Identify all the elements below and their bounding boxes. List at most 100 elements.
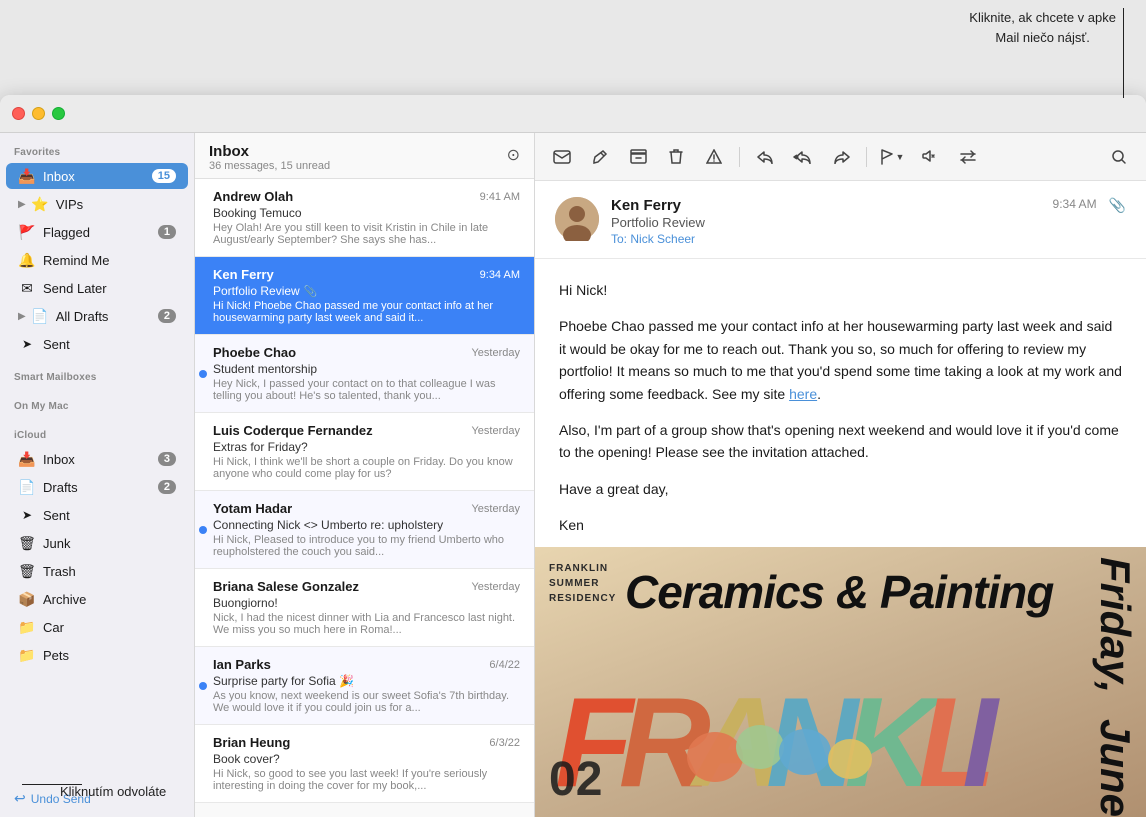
- sidebar-item-label: Sent: [43, 337, 176, 352]
- folder-icon: 📁: [18, 646, 36, 664]
- preview: Hey Nick, I passed your contact on to th…: [213, 378, 520, 402]
- sidebar-item-flagged[interactable]: 🚩 Flagged 1: [6, 219, 188, 245]
- reply-all-button[interactable]: [788, 143, 818, 171]
- timestamp: 9:41 AM: [480, 191, 520, 203]
- trash-icon: 🗑: [18, 562, 36, 580]
- more-button[interactable]: [953, 143, 983, 171]
- preview: Hey Olah! Are you still keen to visit Kr…: [213, 222, 520, 246]
- subject: Student mentorship: [213, 362, 520, 376]
- timestamp: Yesterday: [471, 581, 520, 593]
- subject: Book cover?: [213, 752, 520, 766]
- sidebar-item-icloud-car[interactable]: 📁 Car: [6, 614, 188, 640]
- sidebar-item-sent[interactable]: ➤ Sent: [6, 331, 188, 357]
- minimize-button[interactable]: [32, 107, 45, 120]
- traffic-lights: [12, 107, 65, 120]
- mail-item[interactable]: Luis Coderque Fernandez Yesterday Extras…: [195, 413, 534, 491]
- sidebar-item-icloud-drafts[interactable]: 📄 Drafts 2: [6, 474, 188, 500]
- body-signature: Ken: [559, 514, 1122, 536]
- mail-list-subtitle: 36 messages, 15 unread: [209, 160, 330, 172]
- chevron-icon: ▶: [18, 311, 26, 322]
- mail-list-header: Inbox 36 messages, 15 unread ⊙: [195, 133, 534, 179]
- new-message-button[interactable]: [547, 143, 577, 171]
- reply-button[interactable]: [750, 143, 780, 171]
- sidebar-item-label: Junk: [43, 536, 176, 551]
- delete-button[interactable]: [661, 143, 691, 171]
- sidebar-item-icloud-archive[interactable]: 📦 Archive: [6, 586, 188, 612]
- body-paragraph-2: Also, I'm part of a group show that's op…: [559, 419, 1122, 464]
- sender-name: Andrew Olah: [213, 189, 293, 204]
- sidebar-item-vips[interactable]: ▶ ⭐ VIPs: [6, 191, 188, 217]
- preview: Nick, I had the nicest dinner with Lia a…: [213, 612, 520, 636]
- search-button[interactable]: [1104, 143, 1134, 171]
- flag-button[interactable]: ▼: [877, 143, 907, 171]
- friday-text: Friday,: [1094, 557, 1136, 693]
- sidebar-item-icloud-sent[interactable]: ➤ Sent: [6, 502, 188, 528]
- filter-icon[interactable]: ⊙: [507, 145, 520, 165]
- sidebar-item-icloud-pets[interactable]: 📁 Pets: [6, 642, 188, 668]
- timestamp: Yesterday: [471, 347, 520, 359]
- annotation-top: Kliknite, ak chcete v apke Mail niečo ná…: [969, 8, 1116, 47]
- timestamp: Yesterday: [471, 425, 520, 437]
- drafts-badge: 2: [158, 309, 176, 323]
- mail-item[interactable]: Andrew Olah 9:41 AM Booking Temuco Hey O…: [195, 179, 534, 257]
- subject: Extras for Friday?: [213, 440, 520, 454]
- sidebar-item-label: Send Later: [43, 281, 176, 296]
- sidebar-item-icloud-trash[interactable]: 🗑 Trash: [6, 558, 188, 584]
- compose-button[interactable]: [585, 143, 615, 171]
- attachment-icon: 📎: [304, 285, 318, 298]
- sidebar-item-icloud-inbox[interactable]: 📥 Inbox 3: [6, 446, 188, 472]
- archive-button[interactable]: [623, 143, 653, 171]
- smart-mailboxes-label: Smart Mailboxes: [0, 358, 194, 387]
- art-attachment: FRANKLINSUMMERRESIDENCY Ceramics & Paint…: [535, 547, 1146, 817]
- body-closing: Have a great day,: [559, 478, 1122, 500]
- unread-dot: [199, 682, 207, 690]
- detail-header: Ken Ferry Portfolio Review To: Nick Sche…: [535, 181, 1146, 259]
- preview: As you know, next weekend is our sweet S…: [213, 690, 520, 714]
- sidebar-item-send-later[interactable]: ✉ Send Later: [6, 275, 188, 301]
- sender-name: Briana Salese Gonzalez: [213, 579, 359, 594]
- icloud-drafts-badge: 2: [158, 480, 176, 494]
- mail-item[interactable]: Yotam Hadar Yesterday Connecting Nick <>…: [195, 491, 534, 569]
- detail-toolbar: ▼: [535, 133, 1146, 181]
- unread-dot: [199, 526, 207, 534]
- sender-name: Ian Parks: [213, 657, 271, 672]
- sidebar-item-label: All Drafts: [56, 309, 158, 324]
- close-button[interactable]: [12, 107, 25, 120]
- preview: Hi Nick, I think we'll be short a couple…: [213, 456, 520, 480]
- send-later-icon: ✉: [18, 279, 36, 297]
- timestamp: 9:34 AM: [480, 269, 520, 281]
- sidebar-item-icloud-junk[interactable]: 🗑 Junk: [6, 530, 188, 556]
- vips-icon: ⭐: [31, 195, 49, 213]
- zoom-button[interactable]: [52, 107, 65, 120]
- ceramics-text: Ceramics & Painting: [625, 565, 1053, 619]
- titlebar: [0, 95, 1146, 133]
- toolbar-separator: [866, 147, 867, 167]
- mail-item[interactable]: Ian Parks 6/4/22 Surprise party for Sofi…: [195, 647, 534, 725]
- sidebar-item-inbox[interactable]: 📥 Inbox 15: [6, 163, 188, 189]
- undo-send-icon: ↩: [14, 790, 26, 807]
- franklin-text: FRANKLINSUMMERRESIDENCY: [549, 561, 616, 606]
- mute-button[interactable]: [915, 143, 945, 171]
- junk-button[interactable]: [699, 143, 729, 171]
- to-address: Nick Scheer: [630, 232, 695, 246]
- subject: Buongiorno!: [213, 596, 520, 610]
- sidebar-item-remind-me[interactable]: 🔔 Remind Me: [6, 247, 188, 273]
- mail-detail-pane: ▼: [535, 133, 1146, 817]
- svg-text:I: I: [962, 672, 1000, 807]
- favorites-label: Favorites: [0, 133, 194, 162]
- mail-item[interactable]: Brian Heung 6/3/22 Book cover? Hi Nick, …: [195, 725, 534, 803]
- junk-icon: 🗑: [18, 534, 36, 552]
- portfolio-link[interactable]: here: [789, 386, 817, 402]
- sidebar-item-label: Inbox: [43, 452, 158, 467]
- sidebar-item-all-drafts[interactable]: ▶ 📄 All Drafts 2: [6, 303, 188, 329]
- mail-list-pane: Inbox 36 messages, 15 unread ⊙ Andrew Ol…: [195, 133, 535, 817]
- detail-time: 9:34 AM: [1053, 197, 1097, 211]
- sidebar-item-label: Trash: [43, 564, 176, 579]
- icloud-inbox-badge: 3: [158, 452, 176, 466]
- mail-item[interactable]: Phoebe Chao Yesterday Student mentorship…: [195, 335, 534, 413]
- mail-item[interactable]: Briana Salese Gonzalez Yesterday Buongio…: [195, 569, 534, 647]
- timestamp: 6/4/22: [489, 659, 520, 671]
- subject: Booking Temuco: [213, 206, 520, 220]
- mail-item[interactable]: Ken Ferry 9:34 AM Portfolio Review 📎 Hi …: [195, 257, 534, 335]
- forward-button[interactable]: [826, 143, 856, 171]
